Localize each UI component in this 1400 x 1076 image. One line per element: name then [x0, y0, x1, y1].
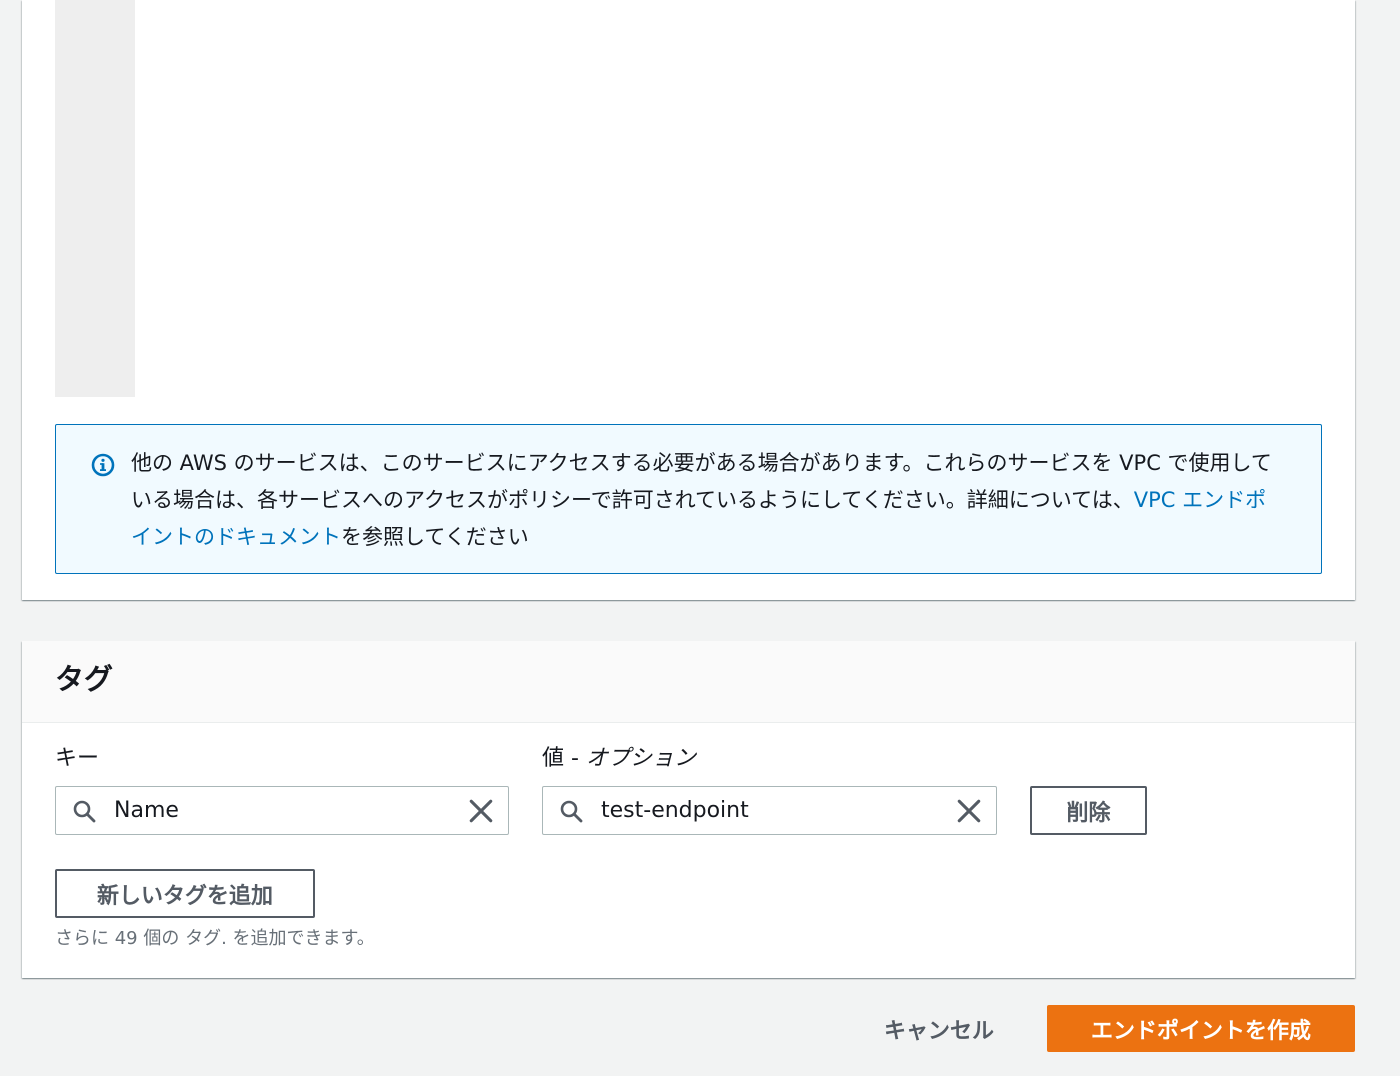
tags-title: タグ	[55, 662, 114, 696]
cancel-button[interactable]: キャンセル	[864, 1006, 1014, 1052]
info-alert: 他の AWS のサービスは、このサービスにアクセスする必要がある場合があります。…	[55, 424, 1322, 574]
tags-panel: タグ キー 値 - オプション Name test-endpoint 削除 新し…	[22, 641, 1355, 978]
policy-editor-gutter	[55, 0, 135, 397]
search-icon	[560, 800, 583, 823]
tag-value-value: test-endpoint	[601, 798, 749, 823]
add-tag-button[interactable]: 新しいタグを追加	[55, 869, 315, 918]
value-label-text: 値 -	[542, 746, 586, 771]
tag-key-value: Name	[114, 798, 179, 823]
create-endpoint-button[interactable]: エンドポイントを作成	[1047, 1005, 1355, 1052]
tag-value-input[interactable]: test-endpoint	[542, 786, 997, 835]
clear-icon[interactable]	[956, 798, 982, 824]
info-text-after: を参照してください	[341, 525, 529, 549]
value-label-optional: オプション	[585, 746, 696, 771]
tags-remaining-hint: さらに 49 個の タグ. を追加できます。	[55, 928, 375, 949]
remove-tag-button[interactable]: 削除	[1030, 786, 1147, 835]
search-icon	[73, 800, 96, 823]
policy-panel: 他の AWS のサービスは、このサービスにアクセスする必要がある場合があります。…	[22, 0, 1355, 600]
info-icon	[91, 453, 115, 477]
clear-icon[interactable]	[468, 798, 494, 824]
tag-key-input[interactable]: Name	[55, 786, 509, 835]
key-label: キー	[55, 746, 100, 771]
info-text-before: 他の AWS のサービスは、このサービスにアクセスする必要がある場合があります。…	[131, 451, 1272, 512]
info-message: 他の AWS のサービスは、このサービスにアクセスする必要がある場合があります。…	[131, 445, 1281, 556]
value-label: 値 - オプション	[542, 744, 696, 774]
tags-header: タグ	[22, 641, 1355, 723]
